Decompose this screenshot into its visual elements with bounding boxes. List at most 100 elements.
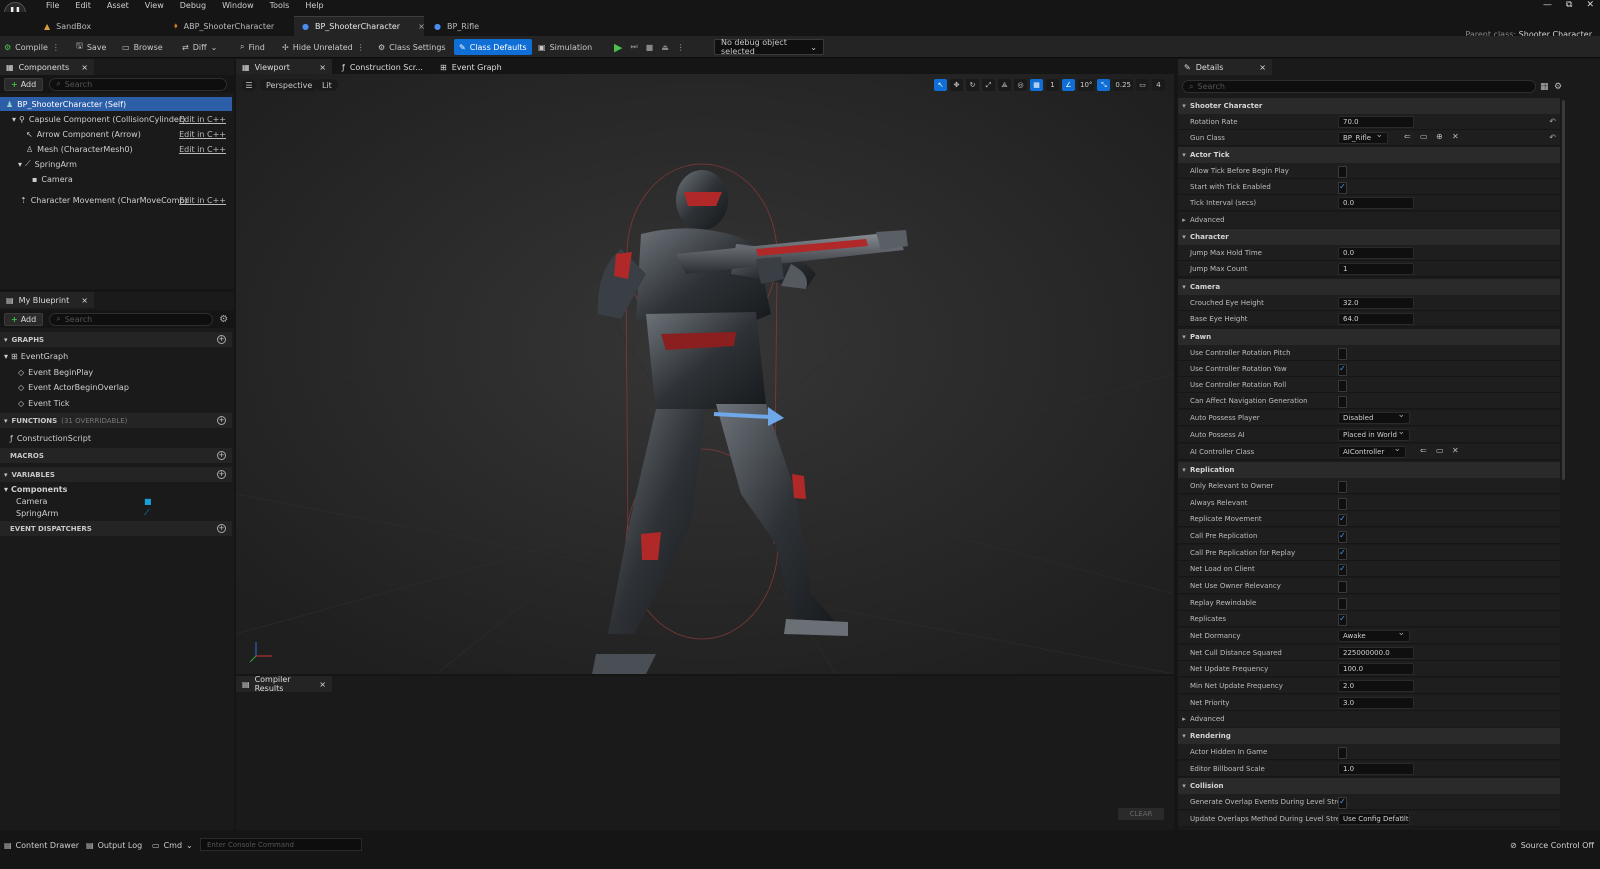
edit-in-cpp-link[interactable]: Edit in C++: [179, 115, 226, 124]
add-component-button[interactable]: + Add: [4, 77, 44, 91]
category-rendering[interactable]: ▾ Rendering: [1178, 728, 1560, 744]
scale-snap-value[interactable]: 0.25: [1113, 79, 1134, 91]
advanced-actor-tick[interactable]: ▸ Advanced: [1178, 212, 1560, 228]
advanced-replication[interactable]: ▸ Advanced: [1178, 711, 1560, 727]
diff-button[interactable]: ⇄ Diff ⌄: [182, 40, 217, 54]
close-tab-icon[interactable]: ×: [319, 63, 326, 72]
close-tab-icon[interactable]: ×: [81, 63, 88, 72]
graphs-section[interactable]: ▾ GRAPHS +: [0, 332, 232, 347]
category-character[interactable]: ▾ Character: [1178, 229, 1560, 245]
components-search-input[interactable]: ⌕ Search: [49, 77, 228, 91]
settings-icon[interactable]: ⚙: [1554, 82, 1562, 92]
play-icon[interactable]: ▶: [614, 41, 622, 54]
step-icon[interactable]: ⏭: [630, 42, 637, 52]
construction-script-item[interactable]: ƒ ConstructionScript: [0, 431, 232, 445]
only-relevant-checkbox[interactable]: [1338, 481, 1347, 493]
collapse-arrow-icon[interactable]: ▾: [12, 115, 16, 124]
edit-in-cpp-link[interactable]: Edit in C++: [179, 145, 226, 154]
reset-arrow-icon[interactable]: ↶: [1549, 117, 1556, 126]
base-eye-input[interactable]: 64.0: [1338, 313, 1414, 325]
my-blueprint-search-input[interactable]: ⌕ Search: [49, 312, 214, 326]
menu-tools[interactable]: Tools: [262, 0, 298, 12]
component-springarm[interactable]: ▾ ⟋ SpringArm: [0, 157, 232, 171]
macros-section[interactable]: MACROS +: [0, 448, 232, 463]
menu-debug[interactable]: Debug: [172, 0, 214, 12]
my-blueprint-tab[interactable]: ▤ My Blueprint ×: [0, 292, 94, 308]
net-use-owner-checkbox[interactable]: [1338, 581, 1347, 593]
cmd-select[interactable]: ▭ Cmd ⌄: [152, 838, 193, 852]
clear-icon[interactable]: ✕: [1452, 132, 1459, 141]
close-window-button[interactable]: ✕: [1586, 0, 1594, 10]
event-item[interactable]: ◇ Event Tick: [0, 396, 232, 410]
menu-file[interactable]: File: [38, 0, 67, 12]
gear-icon[interactable]: ⚙: [219, 314, 228, 325]
event-dispatchers-section[interactable]: EVENT DISPATCHERS +: [0, 521, 232, 536]
tab-bp-shooter-character[interactable]: ● BP_ShooterCharacter ×: [294, 16, 425, 36]
scale-tool-icon[interactable]: ⤢: [982, 79, 995, 91]
select-tool-icon[interactable]: ↖: [934, 79, 947, 91]
compile-options-icon[interactable]: ⋮: [52, 43, 60, 52]
menu-help[interactable]: Help: [297, 0, 331, 12]
event-item[interactable]: ◇ Event ActorBeginOverlap: [0, 380, 232, 394]
add-dispatcher-icon[interactable]: +: [217, 524, 226, 533]
menu-view[interactable]: View: [137, 0, 172, 12]
net-priority-input[interactable]: 3.0: [1338, 697, 1414, 709]
browse-button[interactable]: ▭ Browse: [122, 40, 163, 54]
replicates-checkbox[interactable]: ✓: [1338, 614, 1347, 626]
surface-snap-icon[interactable]: ⟁: [998, 79, 1011, 91]
add-variable-icon[interactable]: +: [217, 470, 226, 479]
functions-section[interactable]: ▾ FUNCTIONS (31 OVERRIDABLE) +: [0, 413, 232, 428]
collapse-arrow-icon[interactable]: ▾: [4, 352, 8, 361]
gen-overlap-checkbox[interactable]: ✓: [1338, 797, 1347, 809]
tab-compiler-results[interactable]: ▤ Compiler Results ×: [236, 675, 332, 693]
variable-item[interactable]: Camera ■: [0, 495, 232, 507]
rotate-tool-icon[interactable]: ↻: [966, 79, 979, 91]
add-icon[interactable]: ⊕: [1436, 132, 1443, 141]
tab-details[interactable]: ✎ Details ×: [1178, 59, 1272, 75]
tab-event-graph[interactable]: ⊞ Event Graph: [434, 59, 514, 75]
category-collision[interactable]: ▾ Collision: [1178, 778, 1560, 794]
viewport[interactable]: ☰ Perspective Lit ↖ ✥ ↻ ⤢ ⟁ ◎ ▦ 1 ∠ 10° …: [236, 74, 1174, 674]
category-actor-tick[interactable]: ▾ Actor Tick: [1178, 147, 1560, 163]
gun-class-select[interactable]: BP_Rifle: [1338, 130, 1388, 144]
tick-interval-input[interactable]: 0.0: [1338, 197, 1414, 209]
clear-button[interactable]: CLEAR: [1118, 808, 1164, 820]
eject-icon[interactable]: ⏏: [661, 43, 669, 52]
start-tick-checkbox[interactable]: ✓: [1338, 182, 1347, 194]
menu-window[interactable]: Window: [214, 0, 262, 12]
net-update-freq-input[interactable]: 100.0: [1338, 663, 1414, 675]
tab-abp-shooter-character[interactable]: ⬧ ABP_ShooterCharacter: [166, 16, 282, 36]
minimize-button[interactable]: —: [1543, 0, 1552, 10]
call-pre-rep-checkbox[interactable]: ✓: [1338, 531, 1347, 543]
content-drawer-button[interactable]: ▤ Content Drawer: [4, 838, 79, 852]
find-button[interactable]: ⌕ Find: [240, 40, 265, 54]
clear-icon[interactable]: ✕: [1452, 446, 1459, 455]
ucr-pitch-checkbox[interactable]: [1338, 348, 1347, 360]
use-selected-icon[interactable]: ⇐: [1420, 446, 1427, 455]
simulation-button[interactable]: ▣ Simulation: [538, 40, 592, 54]
collapse-arrow-icon[interactable]: ▾: [18, 160, 22, 169]
components-tab[interactable]: ▦ Components ×: [0, 59, 94, 75]
browse-icon[interactable]: ▭: [1436, 446, 1444, 455]
ucr-roll-checkbox[interactable]: [1338, 380, 1347, 392]
components-category[interactable]: ▾ Components: [0, 483, 232, 495]
jump-hold-input[interactable]: 0.0: [1338, 247, 1414, 259]
close-tab-icon[interactable]: ×: [81, 296, 88, 305]
camera-speed-icon[interactable]: ▭: [1136, 79, 1150, 91]
variable-item[interactable]: SpringArm ⟋: [0, 507, 232, 519]
class-settings-button[interactable]: ⚙ Class Settings: [378, 40, 446, 54]
play-options-icon[interactable]: ⋮: [677, 43, 685, 52]
menu-asset[interactable]: Asset: [99, 0, 137, 12]
grid-snap-value[interactable]: 1: [1046, 79, 1059, 91]
property-matrix-icon[interactable]: ▦: [1540, 82, 1549, 92]
category-camera[interactable]: ▾ Camera: [1178, 279, 1560, 295]
tab-sandbox[interactable]: ▲ SandBox: [36, 16, 99, 36]
angle-snap-icon[interactable]: ∠: [1062, 79, 1075, 91]
always-relevant-checkbox[interactable]: [1338, 498, 1347, 510]
ai-controller-select[interactable]: AIController: [1338, 444, 1406, 458]
edit-in-cpp-link[interactable]: Edit in C++: [179, 130, 226, 139]
category-shooter-character[interactable]: ▾ Shooter Character: [1178, 98, 1560, 114]
component-capsule[interactable]: ▾ ⚲ Capsule Component (CollisionCylinder…: [0, 112, 232, 126]
auto-possess-player-select[interactable]: Disabled: [1338, 410, 1410, 424]
actor-hidden-checkbox[interactable]: [1338, 747, 1347, 759]
